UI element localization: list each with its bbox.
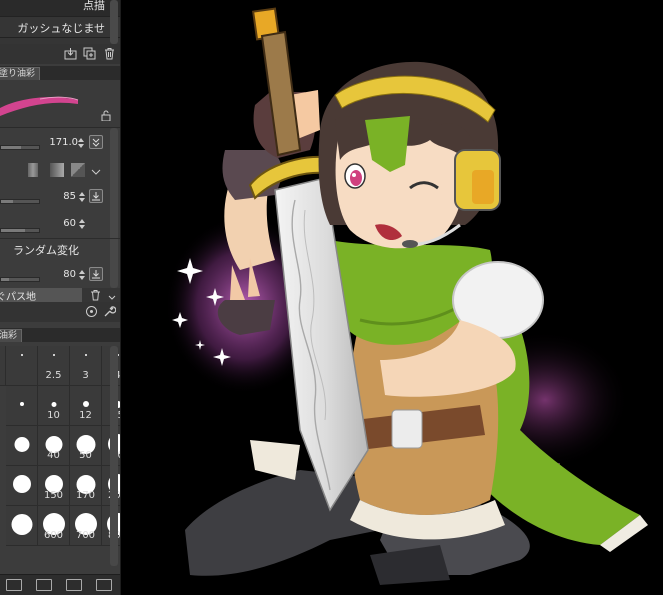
random-slider[interactable] (0, 277, 40, 282)
brush-size-label: 3 (82, 370, 89, 381)
subtool-item-gouache-blend[interactable]: ガッシュなじませ (0, 17, 120, 38)
brush-size-cell[interactable]: 12 (70, 386, 102, 426)
opacity-row: 85 (0, 182, 120, 212)
brush-size-scrollbar[interactable] (110, 346, 118, 566)
opacity-spinner[interactable] (78, 191, 86, 203)
brush-size-cell[interactable]: 2.5 (38, 346, 70, 386)
texture-label: ぐパス地 (0, 288, 82, 303)
brush-size-spinner[interactable] (77, 137, 85, 149)
canvas-artwork (165, 7, 648, 585)
brush-size-dropdown-button[interactable] (89, 135, 103, 149)
brush-tip-icon[interactable] (50, 163, 64, 177)
density-slider[interactable] (0, 228, 40, 233)
brush-size-cell[interactable]: 600 (38, 506, 70, 546)
brush-size-cell[interactable]: 700 (70, 506, 102, 546)
brush-size-dot (11, 513, 32, 535)
trash-icon[interactable] (103, 47, 116, 60)
trash-icon[interactable] (90, 289, 101, 301)
brush-size-dot (19, 402, 24, 406)
random-value[interactable]: 80 (63, 269, 76, 280)
boot (370, 545, 450, 585)
tab-tool-property[interactable]: 塗り油彩 (0, 67, 41, 80)
brush-size-cell[interactable] (6, 466, 38, 506)
random-change-row[interactable]: ランダム変化 (0, 238, 120, 260)
brush-size-label: 50 (79, 450, 92, 461)
brush-size-label: 170 (75, 490, 96, 501)
brush-size-label: 40 (47, 450, 60, 461)
brush-size-label: 12 (79, 410, 92, 421)
brush-preview (0, 80, 120, 128)
brush-size-cell[interactable]: 3 (70, 346, 102, 386)
brush-size-label: 600 (43, 530, 64, 541)
layer-icon[interactable] (6, 579, 22, 591)
brush-tip-icon[interactable] (28, 163, 38, 177)
random-pressure-button[interactable] (89, 267, 103, 281)
brush-size-dot (52, 354, 55, 356)
brush-size-dot (12, 475, 31, 493)
tool-property-tabbar: 塗り油彩 (0, 66, 120, 80)
brush-size-slider[interactable] (0, 145, 40, 150)
brush-size-dot (82, 401, 89, 407)
folder-icon[interactable] (66, 579, 82, 591)
subtool-scrollbar[interactable] (110, 0, 118, 44)
cloth-scrap (250, 440, 300, 480)
brush-shape-row (0, 158, 120, 182)
brush-size-cell[interactable] (6, 346, 38, 386)
brush-size-cell[interactable] (6, 426, 38, 466)
brush-size-row: 171.0 (0, 128, 120, 158)
random-value-row: 80 (0, 260, 120, 288)
density-value[interactable]: 60 (63, 218, 76, 229)
subtool-label: ガッシュなじませ (17, 22, 105, 35)
brush-size-dot (20, 354, 23, 356)
random-change-label: ランダム変化 (13, 244, 79, 257)
brush-size-cell[interactable] (6, 506, 38, 546)
chevron-down-icon[interactable] (91, 166, 101, 175)
texture-row[interactable]: ぐパス地 (0, 288, 120, 303)
random-spinner[interactable] (78, 269, 86, 281)
brush-settings-panel: 点描 ガッシュなじませ 塗り油彩 171.0 85 60 ランダム変化 80 ぐ… (0, 0, 121, 595)
property-footer (0, 302, 120, 322)
tab-brush-size[interactable]: 油彩 (0, 329, 23, 342)
brush-size-dot (51, 401, 56, 407)
brush-size-label: 2.5 (45, 370, 62, 381)
target-icon[interactable] (85, 305, 98, 318)
brush-size-label: 10 (47, 410, 60, 421)
chevron-down-icon[interactable] (108, 291, 116, 300)
brush-size-label: 700 (75, 530, 96, 541)
brush-size-cell[interactable]: 50 (70, 426, 102, 466)
opacity-slider[interactable] (0, 199, 40, 204)
brush-size-cell[interactable]: 170 (70, 466, 102, 506)
drawing-canvas[interactable] (122, 0, 663, 595)
export-icon[interactable] (64, 47, 77, 60)
brush-size-label: 150 (43, 490, 64, 501)
brush-size-cell[interactable]: 150 (38, 466, 70, 506)
monitor-icon[interactable] (96, 579, 112, 591)
connect-icon[interactable] (36, 579, 52, 591)
subtool-item-stipple[interactable]: 点描 (0, 0, 120, 17)
lock-icon[interactable] (101, 110, 111, 122)
brush-size-dot (84, 354, 87, 356)
brush-tip-icon[interactable] (71, 163, 85, 177)
subtool-label: 点描 (83, 0, 105, 12)
duplicate-icon[interactable] (83, 47, 96, 60)
density-spinner[interactable] (78, 218, 86, 230)
brush-size-cell[interactable]: 40 (38, 426, 70, 466)
brush-size-cell[interactable]: 10 (38, 386, 70, 426)
subtool-toolbar (0, 44, 120, 64)
density-row: 60 (0, 212, 120, 238)
wrench-icon[interactable] (103, 305, 117, 318)
brush-size-tabbar: 油彩 (0, 328, 120, 342)
brush-size-value[interactable]: 171.0 (49, 137, 78, 148)
belt-buckle (391, 409, 423, 449)
opacity-pressure-button[interactable] (89, 189, 103, 203)
brush-size-dot (14, 436, 29, 452)
opacity-value[interactable]: 85 (63, 191, 76, 202)
brush-stroke-preview (0, 96, 79, 116)
brush-size-cell[interactable] (6, 386, 38, 426)
panel-bottom-bar (0, 574, 120, 595)
